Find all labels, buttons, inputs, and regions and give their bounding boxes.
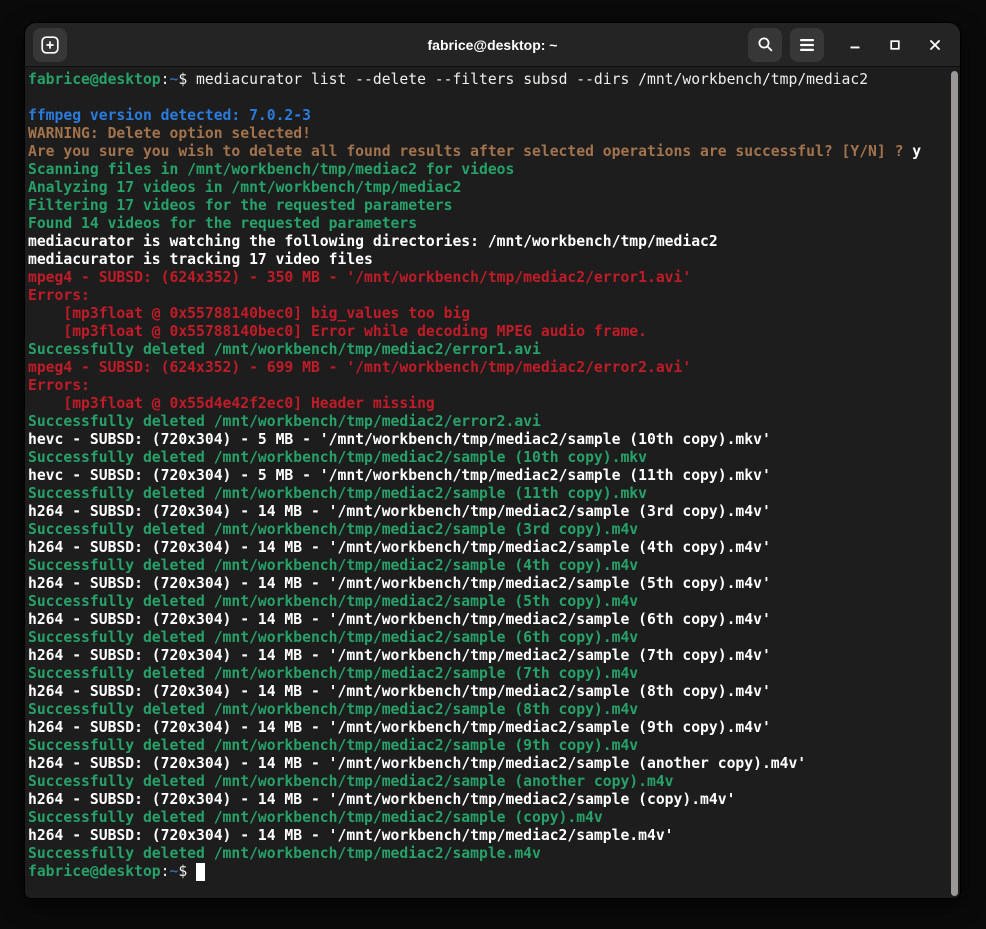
terminal-line: hevc - SUBSD: (720x304) - 5 MB - '/mnt/w… [28, 431, 946, 449]
terminal-line: Errors: [28, 377, 946, 395]
terminal-line: [mp3float @ 0x55788140bec0] Error while … [28, 323, 946, 341]
terminal-line: h264 - SUBSD: (720x304) - 14 MB - '/mnt/… [28, 539, 946, 557]
terminal-line: Errors: [28, 287, 946, 305]
header-controls [748, 28, 952, 62]
new-tab-button[interactable] [33, 28, 67, 62]
maximize-icon [887, 37, 903, 53]
minimize-button[interactable] [838, 28, 872, 62]
terminal-cursor [196, 863, 205, 881]
terminal-line: Successfully deleted /mnt/workbench/tmp/… [28, 485, 946, 503]
terminal-line: mediacurator is tracking 17 video files [28, 251, 946, 269]
menu-button[interactable] [790, 28, 824, 62]
terminal-line: h264 - SUBSD: (720x304) - 14 MB - '/mnt/… [28, 683, 946, 701]
terminal-screen[interactable]: fabrice@desktop:~$ mediacurator list --d… [25, 67, 960, 898]
terminal-line: mpeg4 - SUBSD: (624x352) - 350 MB - '/mn… [28, 269, 946, 287]
terminal-line: Successfully deleted /mnt/workbench/tmp/… [28, 521, 946, 539]
terminal-line: ffmpeg version detected: 7.0.2-3 [28, 107, 946, 125]
terminal-line: WARNING: Delete option selected! [28, 125, 946, 143]
terminal-line: h264 - SUBSD: (720x304) - 14 MB - '/mnt/… [28, 755, 946, 773]
new-tab-icon [41, 36, 59, 54]
header-bar: fabrice@desktop: ~ [25, 23, 960, 67]
search-icon [757, 36, 774, 53]
terminal-line: Are you sure you wish to delete all foun… [28, 143, 946, 161]
terminal-output: fabrice@desktop:~$ mediacurator list --d… [28, 71, 946, 881]
hamburger-menu-icon [799, 38, 815, 52]
terminal-line: Successfully deleted /mnt/workbench/tmp/… [28, 809, 946, 827]
terminal-line: Successfully deleted /mnt/workbench/tmp/… [28, 773, 946, 791]
terminal-line: Successfully deleted /mnt/workbench/tmp/… [28, 845, 946, 863]
terminal-line: [mp3float @ 0x55d4e42f2ec0] Header missi… [28, 395, 946, 413]
terminal-line: h264 - SUBSD: (720x304) - 14 MB - '/mnt/… [28, 719, 946, 737]
terminal-line [28, 89, 946, 107]
terminal-line: Analyzing 17 videos in /mnt/workbench/tm… [28, 179, 946, 197]
terminal-line: Found 14 videos for the requested parame… [28, 215, 946, 233]
minimize-icon [847, 37, 863, 53]
terminal-line: [mp3float @ 0x55788140bec0] big_values t… [28, 305, 946, 323]
terminal-line: Successfully deleted /mnt/workbench/tmp/… [28, 593, 946, 611]
terminal-line: fabrice@desktop:~$ [28, 863, 946, 881]
terminal-line: Successfully deleted /mnt/workbench/tmp/… [28, 701, 946, 719]
close-icon [927, 37, 943, 53]
scrollbar-thumb[interactable] [951, 71, 958, 896]
terminal-line: Successfully deleted /mnt/workbench/tmp/… [28, 449, 946, 467]
terminal-line: fabrice@desktop:~$ mediacurator list --d… [28, 71, 946, 89]
terminal-line: Scanning files in /mnt/workbench/tmp/med… [28, 161, 946, 179]
terminal-line: h264 - SUBSD: (720x304) - 14 MB - '/mnt/… [28, 503, 946, 521]
search-button[interactable] [748, 28, 782, 62]
terminal-line: hevc - SUBSD: (720x304) - 5 MB - '/mnt/w… [28, 467, 946, 485]
terminal-line: h264 - SUBSD: (720x304) - 14 MB - '/mnt/… [28, 575, 946, 593]
terminal-line: h264 - SUBSD: (720x304) - 14 MB - '/mnt/… [28, 827, 946, 845]
terminal-line: Successfully deleted /mnt/workbench/tmp/… [28, 737, 946, 755]
maximize-button[interactable] [878, 28, 912, 62]
terminal-window: fabrice@desktop: ~ [25, 23, 960, 898]
terminal-line: h264 - SUBSD: (720x304) - 14 MB - '/mnt/… [28, 611, 946, 629]
terminal-line: h264 - SUBSD: (720x304) - 14 MB - '/mnt/… [28, 791, 946, 809]
terminal-line: h264 - SUBSD: (720x304) - 14 MB - '/mnt/… [28, 647, 946, 665]
close-button[interactable] [918, 28, 952, 62]
terminal-line: Successfully deleted /mnt/workbench/tmp/… [28, 665, 946, 683]
window-title: fabrice@desktop: ~ [428, 37, 558, 53]
terminal-line: mediacurator is watching the following d… [28, 233, 946, 251]
terminal-line: Successfully deleted /mnt/workbench/tmp/… [28, 629, 946, 647]
terminal-line: Filtering 17 videos for the requested pa… [28, 197, 946, 215]
terminal-line: Successfully deleted /mnt/workbench/tmp/… [28, 557, 946, 575]
terminal-line: Successfully deleted /mnt/workbench/tmp/… [28, 413, 946, 431]
terminal-line: mpeg4 - SUBSD: (624x352) - 699 MB - '/mn… [28, 359, 946, 377]
terminal-line: Successfully deleted /mnt/workbench/tmp/… [28, 341, 946, 359]
